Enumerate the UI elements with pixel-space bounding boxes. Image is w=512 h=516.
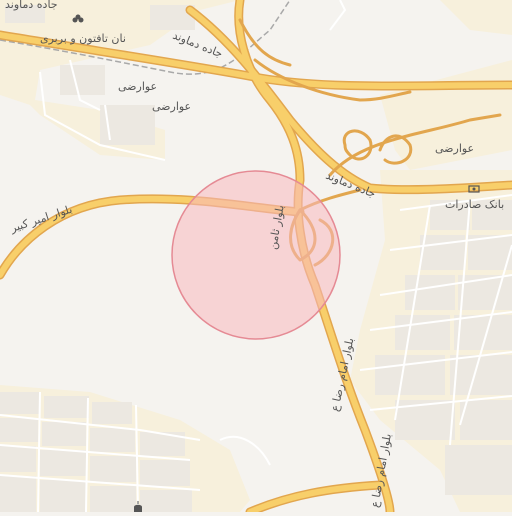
city-block [0,392,40,414]
city-block [44,396,89,418]
label-avarezi-3: عوارضی [435,142,474,155]
map-canvas[interactable]: جاده دماوند نان تافتون و بربری عوارضی عو… [0,0,512,516]
city-block [0,446,36,472]
label-bakery: نان تافتون و بربری [40,32,126,45]
city-block [140,460,190,486]
city-block [90,428,135,452]
city-block [40,480,86,512]
city-block [460,400,512,440]
label-avarezi-1: عوارضی [118,80,157,93]
city-block [60,65,105,95]
city-block [40,450,86,476]
city-block [445,445,512,495]
city-block [92,402,132,424]
city-block [405,275,455,310]
label-damavand-top-left: جاده دماوند [5,0,58,11]
city-block [42,422,86,446]
city-block [458,275,512,310]
city-block [450,355,512,395]
map-view[interactable]: جاده دماوند نان تافتون و بربری عوارضی عو… [0,0,512,516]
highlight-circle [172,171,340,339]
city-block [90,486,136,512]
city-block [0,418,38,442]
city-block [420,235,465,270]
label-bank-saderat: بانک صادرات [445,198,504,211]
city-block [0,476,36,512]
city-block [140,490,192,512]
label-avarezi-2: عوارضی [152,100,191,113]
city-block [90,456,136,482]
